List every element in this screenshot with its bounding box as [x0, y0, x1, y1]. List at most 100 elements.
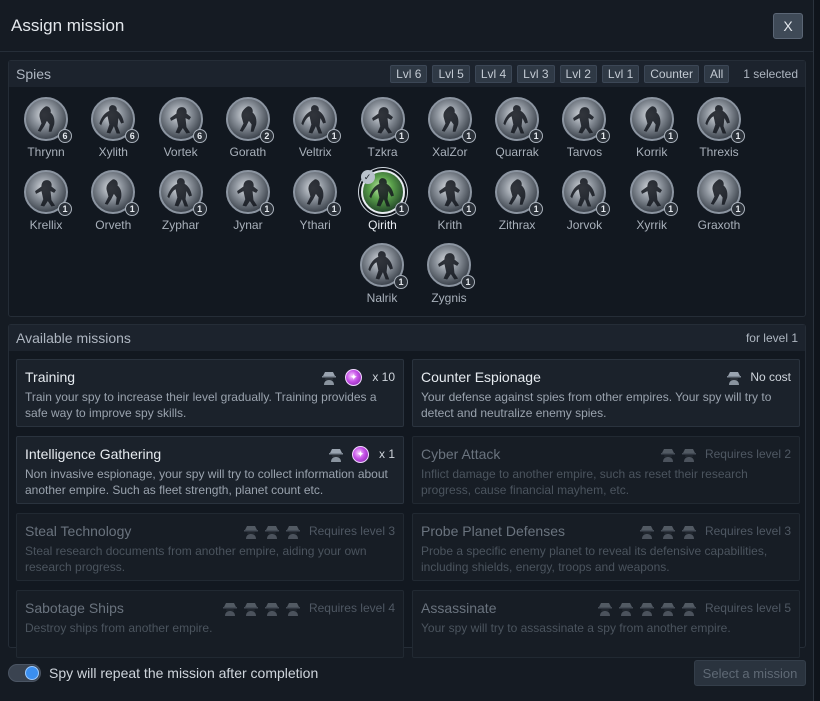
mission-card[interactable]: Counter Espionage No cost Your defense aga…	[412, 359, 800, 427]
filter-chip[interactable]: Lvl 4	[474, 65, 513, 83]
mission-description: Steal research documents from another em…	[25, 544, 367, 574]
spy-name: Jynar	[233, 218, 263, 232]
spy-card[interactable]: 1 XalZor	[417, 97, 483, 159]
filter-chip[interactable]: All	[703, 65, 730, 83]
spy-level-badge: 1	[327, 202, 342, 216]
spy-level-badge: 1	[663, 202, 678, 216]
spy-name: Qirith	[368, 218, 397, 232]
mission-card[interactable]: Training ✦ x 10 Train your spy to increase …	[16, 359, 404, 427]
spy-card[interactable]: 1 Jynar	[215, 170, 281, 232]
spy-card[interactable]: ✓ 1 Qirith	[350, 170, 416, 232]
spy-avatar-wrap: 1	[158, 170, 207, 216]
spy-card[interactable]: 1 Threxis	[686, 97, 752, 159]
spy-card[interactable]: 1 Krellix	[13, 170, 79, 232]
spy-name: Tarvos	[566, 145, 603, 159]
selected-count: 1 selected	[743, 67, 798, 81]
spy-card[interactable]: 1 Korrik	[619, 97, 685, 159]
filter-chip[interactable]: Counter	[644, 65, 699, 83]
spy-card[interactable]: 1 Orveth	[80, 170, 146, 232]
spy-card[interactable]: 1 Quarrak	[484, 97, 550, 159]
spy-card[interactable]: 1 Nalrik	[349, 243, 415, 305]
spy-name: Xyrrik	[636, 218, 668, 232]
spy-avatar-wrap: 1	[427, 243, 475, 289]
spy-cost-icon	[659, 522, 677, 540]
close-button[interactable]: X	[773, 12, 803, 39]
spy-level-badge: 1	[192, 202, 207, 216]
spy-name: Veltrix	[298, 145, 332, 159]
level-note: for level 1	[745, 331, 798, 345]
spy-avatar-wrap: 1	[629, 97, 678, 143]
spy-card[interactable]: 1 Zyphar	[148, 170, 214, 232]
missions-panel: Available missions for level 1 Training ✦…	[8, 324, 806, 658]
select-mission-button[interactable]: Select a mission	[694, 660, 806, 686]
spy-card[interactable]: 6 Xylith	[80, 97, 146, 159]
spy-name: Zygnis	[431, 291, 467, 305]
mission-title: Sabotage Ships	[25, 600, 124, 616]
spy-name: XalZor	[432, 145, 468, 159]
spy-avatar-wrap: 1	[293, 97, 342, 143]
spy-cost-icon	[242, 599, 260, 617]
dialog-header: Assign mission X	[0, 0, 813, 52]
spy-level-badge: 1	[529, 129, 544, 143]
mission-title: Intelligence Gathering	[25, 446, 162, 462]
spy-level-badge: 1	[461, 202, 476, 216]
spy-card[interactable]: 6 Thrynn	[13, 97, 79, 159]
spy-avatar-wrap: 1	[697, 97, 745, 143]
spy-avatar-wrap: 1	[427, 170, 476, 216]
spy-name: Krellix	[29, 218, 63, 232]
spy-card[interactable]: 1 Zygnis	[416, 243, 482, 305]
mission-title: Assassinate	[421, 600, 497, 616]
spy-name: Vortek	[163, 145, 198, 159]
spy-avatar-wrap: 1	[562, 170, 611, 216]
mission-title: Probe Planet Defenses	[421, 523, 565, 539]
spy-avatar-wrap: 1	[697, 170, 745, 216]
spy-name: Gorath	[229, 145, 267, 159]
spy-card[interactable]: 2 Gorath	[215, 97, 281, 159]
mission-cost: ✦ x 1	[327, 445, 395, 463]
toggle-knob	[25, 666, 39, 680]
spy-card[interactable]: 1 Veltrix	[282, 97, 348, 159]
filter-chip[interactable]: Lvl 3	[517, 65, 555, 83]
spy-card[interactable]: 1 Ythari	[282, 170, 348, 232]
spy-card[interactable]: 1 Zithrax	[484, 170, 550, 232]
spy-level-badge: 1	[259, 202, 274, 216]
mission-card[interactable]: Intelligence Gathering ✦ x 1 Non invasive e…	[16, 436, 404, 504]
spy-card[interactable]: 1 Jorvok	[551, 170, 617, 232]
spy-level-badge: 1	[327, 129, 342, 143]
spy-avatar-wrap: 1	[360, 97, 409, 143]
spy-avatar-wrap: ✓ 1	[360, 170, 409, 216]
spy-level-badge: 6	[192, 129, 207, 143]
gem-icon: ✦	[351, 445, 369, 463]
spy-card[interactable]: 1 Xyrrik	[619, 170, 685, 232]
spy-avatar-wrap: 6	[158, 97, 207, 143]
mission-description: Destroy ships from another empire.	[25, 621, 213, 635]
spy-level-badge: 1	[596, 202, 611, 216]
mission-cost: Requires level 5	[596, 599, 791, 617]
filter-chip[interactable]: Lvl 6	[390, 65, 428, 83]
repeat-toggle[interactable]	[8, 664, 41, 682]
spy-card[interactable]: 6 Vortek	[148, 97, 214, 159]
spy-level-badge: 6	[125, 129, 140, 143]
filter-chip[interactable]: Lvl 2	[559, 65, 597, 83]
spy-card[interactable]: 1 Graxoth	[686, 170, 752, 232]
filter-chip[interactable]: Lvl 5	[432, 65, 470, 83]
spy-level-badge: 2	[259, 129, 274, 143]
spy-name: Graxoth	[697, 218, 741, 232]
spy-cost-icon	[659, 599, 677, 617]
spy-level-badge: 1	[596, 129, 611, 143]
spy-cost-icon	[638, 522, 656, 540]
spy-cost-icon	[596, 599, 614, 617]
mission-cost-text: Requires level 3	[308, 524, 395, 538]
filter-chip[interactable]: Lvl 1	[601, 65, 640, 83]
spy-name: Xylith	[98, 145, 128, 159]
spy-cost-icon	[725, 368, 743, 386]
spy-name: Zithrax	[498, 218, 536, 232]
spy-card[interactable]: 1 Krith	[417, 170, 483, 232]
mission-cost-text: Requires level 5	[704, 601, 791, 615]
spy-avatar-wrap: 1	[293, 170, 342, 216]
spy-card[interactable]: 1 Tzkra	[350, 97, 416, 159]
mission-cost: Requires level 3	[242, 522, 395, 540]
mission-description: Your defense against spies from other em…	[421, 390, 772, 420]
spy-card[interactable]: 1 Tarvos	[551, 97, 617, 159]
mission-cost-text: No cost	[750, 370, 791, 384]
